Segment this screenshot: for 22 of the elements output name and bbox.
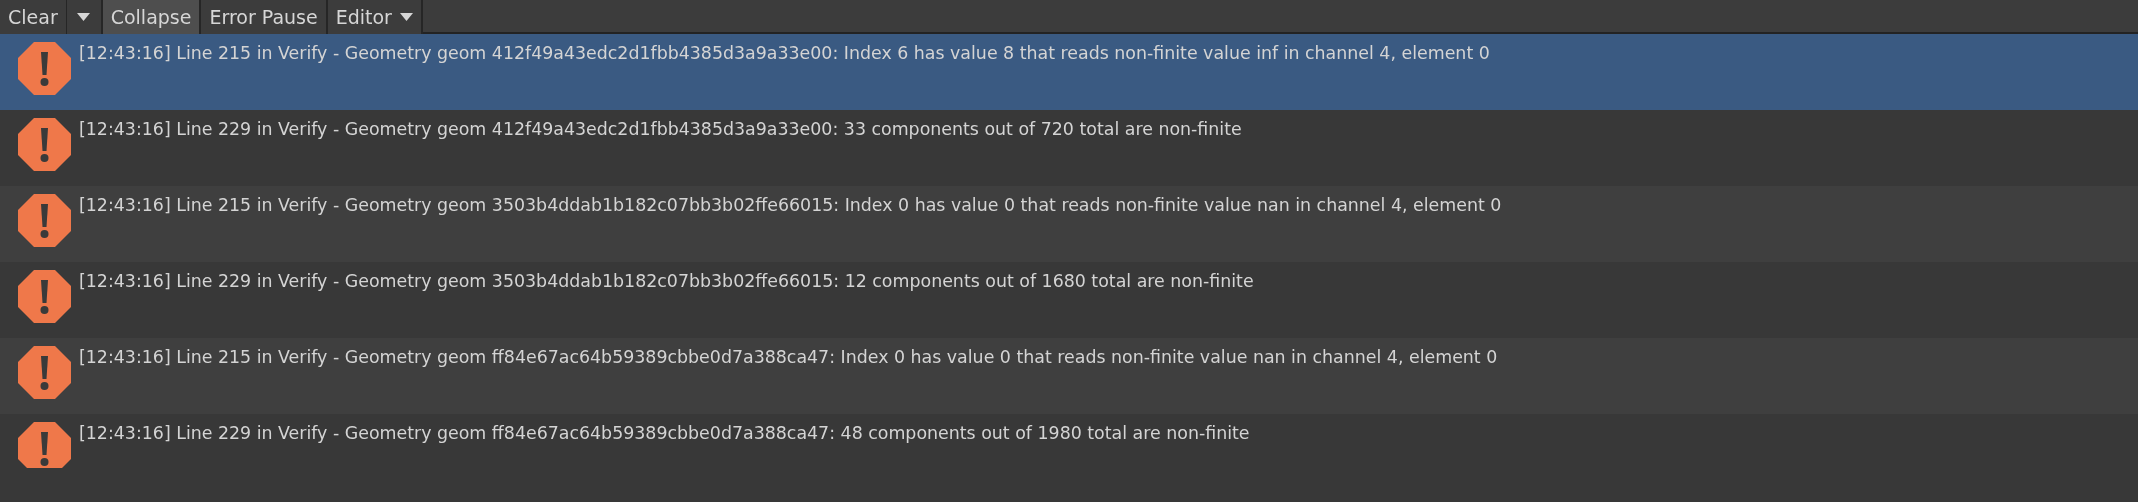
toggle-button[interactable]: Collapse [102,0,202,34]
error-icon [18,42,71,95]
log-message: [12:43:16] Line 229 in Verify - Geometry geom ff84e67ac64b59389cbbe0d7a388ca47: 48 components out of 1980 total are non-finite [79,422,1250,445]
dropdown-button[interactable] [66,0,103,34]
clear-button[interactable]: Clear [0,0,67,34]
log-message: [12:43:16] Line 229 in Verify - Geometry geom 3503b4ddab1b182c07bb3b02ffe66015: 12 components out of 1680 total are non-finite [79,270,1254,293]
log-entry[interactable]: [12:43:16] Line 215 in Verify - Geometry geom 3503b4ddab1b182c07bb3b02ffe66015: Index 0 has value 0 that reads non-finite value nan in channel 4, element 0 [0,186,2138,262]
toggle-button[interactable]: Error Pause [201,0,328,34]
caret-icon [399,13,413,21]
log-message: [12:43:16] Line 215 in Verify - Geometry geom ff84e67ac64b59389cbbe0d7a388ca47: Index 0 has value 0 that reads non-finite value nan in channel 4, element 0 [79,346,1498,369]
error-icon [18,346,71,399]
error-icon [18,194,71,247]
error-icon [18,270,71,323]
log-entry[interactable]: [12:43:16] Line 215 in Verify - Geometry geom ff84e67ac64b59389cbbe0d7a388ca47: Index 0 has value 0 that reads non-finite value nan in channel 4, element 0 [0,338,2138,414]
log-message: [12:43:16] Line 215 in Verify - Geometry geom 412f49a43edc2d1fbb4385d3a9a33e00: Index 6 has value 8 that reads non-finite value inf in channel 4, element 0 [79,42,1490,65]
log-message: [12:43:16] Line 215 in Verify - Geometry geom 3503b4ddab1b182c07bb3b02ffe66015: Index 0 has value 0 that reads non-finite value nan in channel 4, element 0 [79,194,1502,217]
log-message: [12:43:16] Line 229 in Verify - Geometry geom 412f49a43edc2d1fbb4385d3a9a33e00: 33 components out of 720 total are non-finite [79,118,1242,141]
caret-icon [77,13,91,21]
error-icon [18,118,71,171]
dropdown-button[interactable]: Editor [327,0,423,34]
log-entry[interactable]: [12:43:16] Line 215 in Verify - Geometry geom 412f49a43edc2d1fbb4385d3a9a33e00: Index 6 has value 8 that reads non-finite value inf in channel 4, element 0 [0,34,2138,110]
error-icon [18,422,71,468]
